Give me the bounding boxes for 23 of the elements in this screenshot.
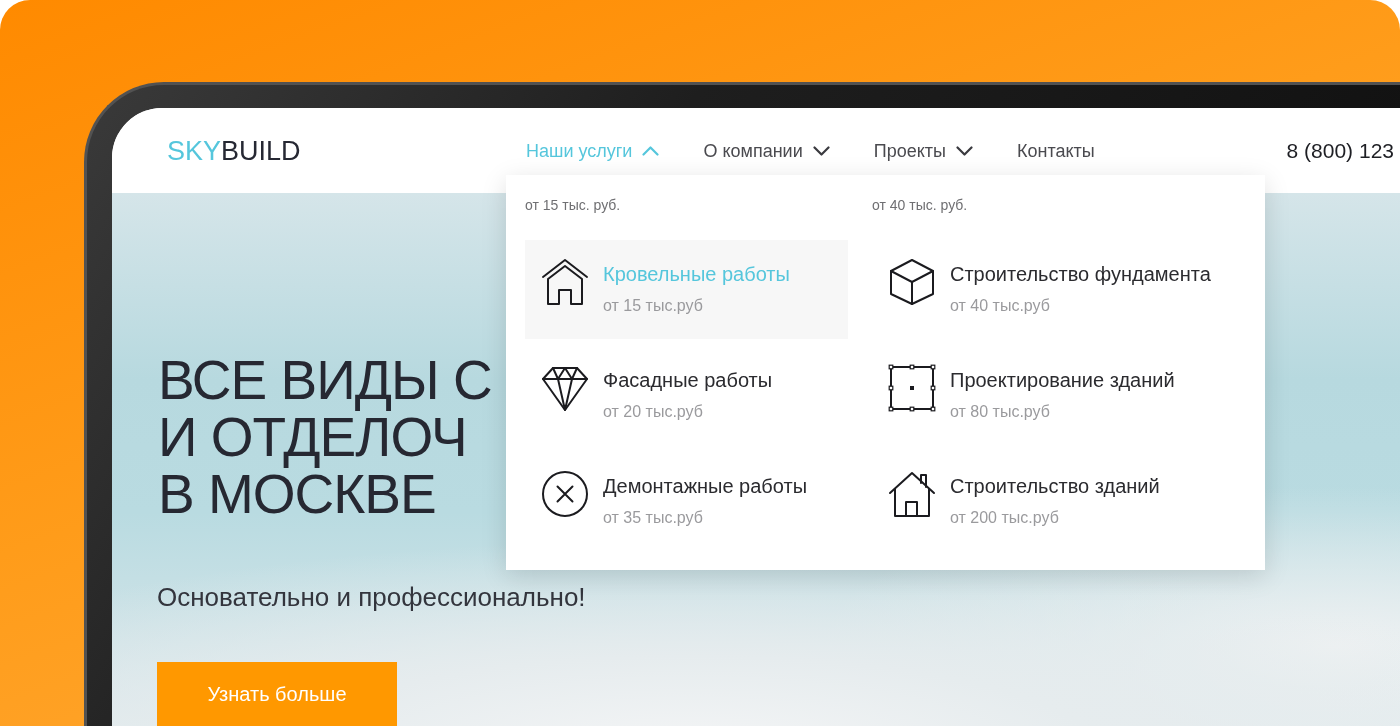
circle-x-icon xyxy=(541,470,589,518)
diamond-icon xyxy=(541,364,589,412)
service-menu-item[interactable]: Фасадные работы от 20 тыс.руб xyxy=(525,346,848,445)
service-menu-item[interactable]: Проектирование зданий от 80 тыс.руб xyxy=(872,346,1246,445)
hero-headline: ВСЕ ВИДЫ С И ОТДЕЛОЧ В МОСКВЕ xyxy=(158,352,492,523)
nav-link[interactable]: Проекты xyxy=(873,138,973,163)
phone-number[interactable]: 8 (800) 123 xyxy=(1286,137,1394,164)
price-heading: от 40 тыс. руб. xyxy=(872,196,968,215)
service-menu-item[interactable]: Строительство фундамента от 40 тыс.руб xyxy=(872,240,1246,339)
chevron-up-icon xyxy=(642,145,660,156)
house-icon xyxy=(541,258,589,306)
hero-subtitle: Основательно и профессионально! xyxy=(157,581,586,613)
selection-square-icon xyxy=(888,364,936,412)
nav-link[interactable]: Контакты xyxy=(1016,138,1095,163)
price-heading: от 15 тыс. руб. xyxy=(525,196,621,215)
nav-link[interactable]: О компании xyxy=(703,138,830,163)
chevron-down-icon xyxy=(812,145,830,156)
chevron-down-icon xyxy=(955,145,973,156)
service-menu-item[interactable]: Строительство зданий от 200 тыс.руб xyxy=(872,452,1246,551)
cube-icon xyxy=(888,258,936,306)
house-icon xyxy=(888,470,936,518)
logo[interactable]: SKYBUILD xyxy=(167,134,301,167)
service-menu-item[interactable]: Демонтажные работы от 35 тыс.руб xyxy=(525,452,848,551)
